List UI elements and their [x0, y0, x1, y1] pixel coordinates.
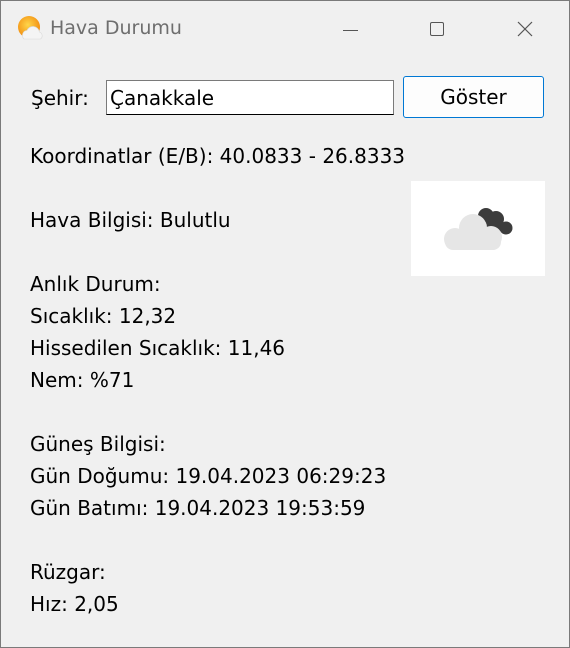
maximize-icon — [430, 22, 444, 36]
maximize-button[interactable] — [393, 1, 481, 59]
close-icon — [517, 21, 533, 37]
sunset-text: Gün Batımı: 19.04.2023 19:53:59 — [30, 496, 366, 520]
humidity-text: Nem: %71 — [30, 368, 135, 392]
weather-text: Hava Bilgisi: Bulutlu — [30, 208, 231, 232]
current-heading: Anlık Durum: — [30, 272, 161, 296]
title-bar[interactable]: Hava Durumu — [1, 1, 569, 59]
city-input[interactable] — [106, 80, 394, 115]
window-title: Hava Durumu — [50, 17, 182, 39]
wind-heading: Rüzgar: — [30, 560, 106, 584]
sunrise-text: Gün Doğumu: 19.04.2023 06:29:23 — [30, 464, 387, 488]
show-button[interactable]: Göster — [403, 76, 544, 118]
feels-like-text: Hissedilen Sıcaklık: 11,46 — [30, 336, 286, 360]
weather-image — [411, 181, 545, 276]
cloudy-icon — [444, 208, 513, 250]
close-button[interactable] — [481, 1, 569, 59]
sun-heading: Güneş Bilgisi: — [30, 432, 166, 456]
sun-cloud-icon — [16, 14, 46, 44]
temperature-text: Sıcaklık: 12,32 — [30, 304, 177, 328]
minimize-icon — [343, 30, 358, 31]
city-label: Şehir: — [31, 86, 89, 110]
coordinates-text: Koordinatlar (E/B): 40.0833 - 26.8333 — [30, 144, 406, 168]
minimize-button[interactable] — [306, 1, 394, 59]
app-window: Hava Durumu Şehir: Göster Koordinatlar (… — [0, 0, 570, 648]
wind-speed-text: Hız: 2,05 — [30, 592, 119, 616]
